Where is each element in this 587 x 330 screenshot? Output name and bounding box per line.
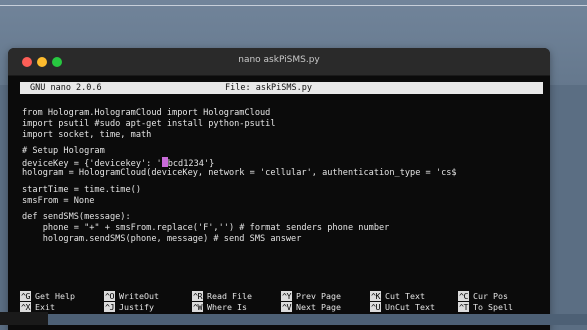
shortcut-label: Get Help [35,291,75,301]
shortcut-where-is[interactable]: ^W Where Is [192,302,247,312]
shortcut-key: ^R [192,291,203,301]
shortcut-uncut-text[interactable]: ^U UnCut Text [370,302,435,312]
shortcut-cut-text[interactable]: ^K Cut Text [370,291,425,301]
shortcut-get-help[interactable]: ^G Get Help [20,291,75,301]
shortcut-key: ^X [20,302,31,312]
nano-version: GNU nano 2.0.6 [30,83,102,93]
nano-file-label: File: askPiSMS.py [225,83,312,93]
code-segment: deviceKey = {'devicekey': ' [22,159,162,168]
shortcut-label: Read File [207,291,252,301]
shortcut-key: ^C [458,291,469,301]
shortcut-label: UnCut Text [385,302,435,312]
shortcut-label: Next Page [296,302,341,312]
shortcut-key: ^O [104,291,115,301]
shortcut-prev-page[interactable]: ^Y Prev Page [281,291,341,301]
editor-text-area[interactable]: from Hologram.HologramCloud import Holog… [22,108,542,245]
shortcut-label: Cut Text [385,291,425,301]
shortcut-label: WriteOut [119,291,159,301]
code-line: def sendSMS(message): [22,212,131,223]
shortcut-label: Exit [35,302,55,312]
code-segment: bcd1234'} [167,159,215,168]
shortcut-label: Prev Page [296,291,341,301]
code-line: from Hologram.HologramCloud import Holog… [22,108,271,118]
shortcut-label: Justify [119,302,154,312]
desktop-divider [0,5,587,6]
shortcut-key: ^V [281,302,292,312]
code-line: import psutil #sudo apt-get install pyth… [22,118,276,129]
shortcut-row: ^X Exit ^J Justify ^W Where Is ^V Next Page … [20,302,545,313]
code-line: # Setup Hologram [22,146,105,157]
shortcut-next-page[interactable]: ^V Next Page [281,302,341,312]
nano-status-bar: GNU nano 2.0.6 File: askPiSMS.py [20,82,543,94]
shortcut-label: Where Is [207,302,247,312]
dock-corner [0,312,48,325]
window-titlebar[interactable]: nano askPiSMS.py [8,48,550,76]
shortcut-row: ^G Get Help ^O WriteOut ^R Read File ^Y Prev… [20,291,545,302]
code-line: import socket, time, math [22,129,152,140]
shortcut-key: ^T [458,302,469,312]
code-line: hologram.sendSMS(phone, message) # send … [22,233,302,244]
shortcut-key: ^W [192,302,203,312]
code-line: hologram = HologramCloud(deviceKey, netw… [22,167,457,178]
shortcut-label: To Spell [473,302,513,312]
desktop-bottom-strip [0,314,587,325]
shortcut-read-file[interactable]: ^R Read File [192,291,252,301]
shortcut-exit[interactable]: ^X Exit [20,302,55,312]
shortcut-cur-pos[interactable]: ^C Cur Pos [458,291,508,301]
shortcut-key: ^U [370,302,381,312]
window-title: nano askPiSMS.py [238,55,320,65]
shortcut-to-spell[interactable]: ^T To Spell [458,302,513,312]
shortcut-justify[interactable]: ^J Justify [104,302,154,312]
terminal-window: nano askPiSMS.py GNU nano 2.0.6 File: as… [8,48,550,330]
code-line: startTime = time.time() [22,184,141,195]
shortcut-key: ^G [20,291,31,301]
code-line: smsFrom = None [22,195,95,206]
code-line: phone = "+" + smsFrom.replace('F','') # … [22,223,390,234]
shortcut-key: ^K [370,291,381,301]
shortcut-key: ^J [104,302,115,312]
shortcut-writeout[interactable]: ^O WriteOut [104,291,159,301]
shortcut-label: Cur Pos [473,291,508,301]
nano-shortcut-bar: ^G Get Help ^O WriteOut ^R Read File ^Y Prev… [20,291,545,313]
shortcut-key: ^Y [281,291,292,301]
code-line: deviceKey = {'devicekey': ' bcd1234'} [22,157,542,168]
